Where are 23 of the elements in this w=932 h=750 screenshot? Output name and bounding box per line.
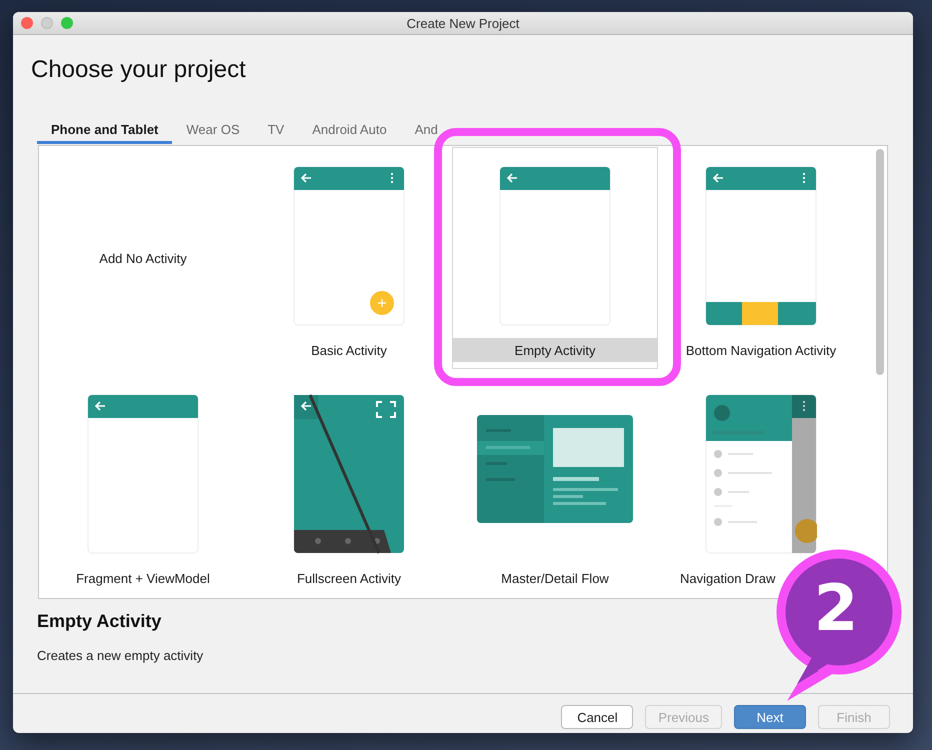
tab[interactable]: And: [400, 118, 452, 144]
template-label: Fragment + ViewModel: [75, 570, 211, 588]
scrollbar-thumb[interactable]: [876, 149, 884, 375]
window-title: Create New Project: [406, 16, 520, 30]
template-label: Fullscreen Activity: [296, 570, 402, 588]
template-label: Basic Activity: [310, 342, 388, 360]
template-label: Master/Detail Flow: [500, 570, 610, 588]
page-heading: Choose your project: [31, 55, 247, 85]
template-label: Add No Activity: [98, 250, 188, 268]
tab[interactable]: TV: [254, 118, 298, 144]
template-label: Bottom Navigation Activity: [684, 342, 838, 360]
template-label: Empty Activity: [453, 338, 657, 362]
tab[interactable]: Wear OS: [172, 118, 254, 144]
next-button[interactable]: Next: [734, 705, 806, 729]
zoom-button[interactable]: [61, 17, 73, 29]
close-button[interactable]: [21, 17, 33, 29]
description-text: Creates a new empty activity: [37, 648, 204, 663]
template-label: Navigation Draw: [679, 570, 776, 588]
tab[interactable]: Android Auto: [298, 118, 401, 144]
description-title: Empty Activity: [37, 611, 162, 632]
dialog-button[interactable]: Cancel: [561, 705, 634, 729]
minimize-button[interactable]: [41, 17, 53, 29]
template-card[interactable]: Empty Activity: [452, 147, 658, 369]
